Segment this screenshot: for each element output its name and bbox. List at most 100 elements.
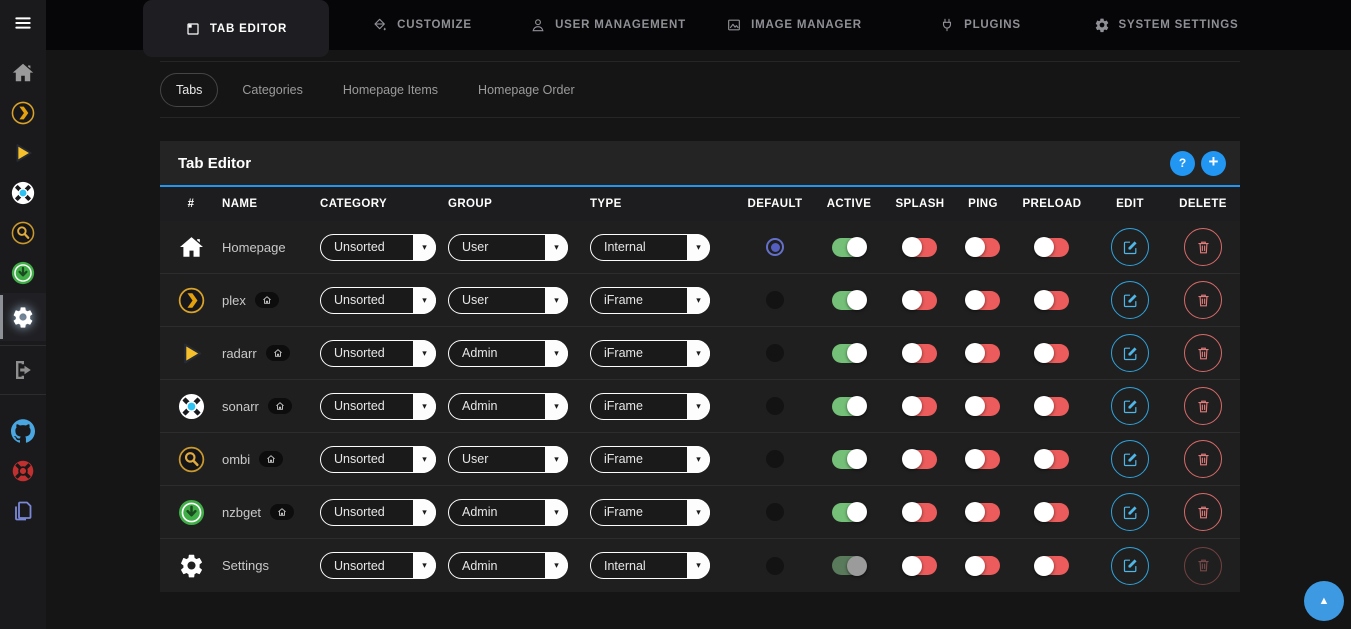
ping-toggle[interactable] — [966, 450, 1000, 469]
active-toggle[interactable] — [832, 397, 866, 416]
add-tab-button[interactable]: + — [1201, 151, 1226, 176]
type-select[interactable]: iFrame▾ — [590, 393, 710, 420]
splash-toggle[interactable] — [903, 397, 937, 416]
splash-toggle[interactable] — [903, 344, 937, 363]
type-select[interactable]: Internal▾ — [590, 234, 710, 261]
edit-button[interactable] — [1111, 228, 1149, 266]
category-select[interactable]: Unsorted▾ — [320, 340, 436, 367]
top-tab-plugins[interactable]: PLUGINS — [887, 0, 1073, 50]
sub-tab-homepage-order[interactable]: Homepage Order — [462, 73, 591, 107]
category-select[interactable]: Unsorted▾ — [320, 446, 436, 473]
category-select[interactable]: Unsorted▾ — [320, 552, 436, 579]
sidebar-item-ombi[interactable] — [0, 213, 46, 253]
type-select[interactable]: iFrame▾ — [590, 287, 710, 314]
hamburger-menu-button[interactable] — [0, 6, 46, 40]
type-select[interactable]: iFrame▾ — [590, 340, 710, 367]
active-toggle[interactable] — [832, 503, 866, 522]
group-select[interactable]: Admin▾ — [448, 393, 568, 420]
edit-button[interactable] — [1111, 387, 1149, 425]
sidebar-item-radarr[interactable] — [0, 133, 46, 173]
sidebar-item-github[interactable] — [0, 411, 46, 451]
delete-button[interactable] — [1184, 334, 1222, 372]
delete-button[interactable] — [1184, 387, 1222, 425]
active-toggle[interactable] — [832, 450, 866, 469]
group-select[interactable]: User▾ — [448, 287, 568, 314]
ping-toggle[interactable] — [966, 344, 1000, 363]
preload-toggle[interactable] — [1035, 450, 1069, 469]
ping-toggle[interactable] — [966, 556, 1000, 575]
top-tab-tab-editor[interactable]: TAB EDITOR — [143, 0, 329, 57]
splash-toggle[interactable] — [903, 238, 937, 257]
default-radio[interactable] — [766, 503, 784, 521]
type-select[interactable]: iFrame▾ — [590, 499, 710, 526]
active-toggle[interactable] — [832, 556, 866, 575]
sidebar-item-docs[interactable] — [0, 491, 46, 531]
sidebar-item-home[interactable] — [0, 53, 46, 93]
default-radio[interactable] — [766, 344, 784, 362]
top-tab-system-settings[interactable]: SYSTEM SETTINGS — [1073, 0, 1259, 50]
preload-toggle[interactable] — [1035, 291, 1069, 310]
ping-toggle[interactable] — [966, 291, 1000, 310]
edit-button[interactable] — [1111, 440, 1149, 478]
sidebar-item-plex[interactable] — [0, 93, 46, 133]
sub-tab-tabs[interactable]: Tabs — [160, 73, 218, 107]
delete-button[interactable] — [1184, 440, 1222, 478]
type-select[interactable]: Internal▾ — [590, 552, 710, 579]
top-tab-customize[interactable]: CUSTOMIZE — [329, 0, 515, 50]
table-row-radarr: radarrUnsorted▾Admin▾iFrame▾ — [160, 327, 1240, 380]
sidebar-item-logout[interactable] — [0, 350, 46, 390]
ping-toggle[interactable] — [966, 503, 1000, 522]
splash-toggle[interactable] — [903, 556, 937, 575]
delete-button[interactable] — [1184, 228, 1222, 266]
preload-toggle[interactable] — [1035, 397, 1069, 416]
top-tab-image-manager[interactable]: IMAGE MANAGER — [701, 0, 887, 50]
sub-tab-homepage-items[interactable]: Homepage Items — [327, 73, 454, 107]
delete-button[interactable] — [1184, 547, 1222, 585]
group-select[interactable]: User▾ — [448, 446, 568, 473]
active-toggle[interactable] — [832, 344, 866, 363]
group-select[interactable]: Admin▾ — [448, 499, 568, 526]
sidebar-item-settings[interactable] — [0, 293, 46, 341]
sidebar-item-sonarr[interactable] — [0, 173, 46, 213]
type-select[interactable]: iFrame▾ — [590, 446, 710, 473]
ping-toggle[interactable] — [966, 397, 1000, 416]
default-radio[interactable] — [766, 238, 784, 256]
edit-button[interactable] — [1111, 281, 1149, 319]
category-select[interactable]: Unsorted▾ — [320, 287, 436, 314]
chevron-down-icon: ▾ — [545, 499, 568, 526]
splash-toggle[interactable] — [903, 503, 937, 522]
sidebar-item-nzbget[interactable] — [0, 253, 46, 293]
top-tab-label: PLUGINS — [964, 19, 1021, 31]
default-radio[interactable] — [766, 397, 784, 415]
group-select[interactable]: User▾ — [448, 234, 568, 261]
top-tab-user-management[interactable]: USER MANAGEMENT — [515, 0, 701, 50]
edit-button[interactable] — [1111, 493, 1149, 531]
sub-tab-categories[interactable]: Categories — [226, 73, 318, 107]
radarr-icon — [178, 340, 205, 367]
category-select[interactable]: Unsorted▾ — [320, 234, 436, 261]
default-radio[interactable] — [766, 557, 784, 575]
splash-toggle[interactable] — [903, 450, 937, 469]
preload-toggle[interactable] — [1035, 344, 1069, 363]
default-radio[interactable] — [766, 450, 784, 468]
preload-toggle[interactable] — [1035, 503, 1069, 522]
top-tab-label: TAB EDITOR — [210, 23, 287, 35]
active-toggle[interactable] — [832, 291, 866, 310]
category-select[interactable]: Unsorted▾ — [320, 499, 436, 526]
edit-button[interactable] — [1111, 334, 1149, 372]
sidebar-item-support[interactable] — [0, 451, 46, 491]
preload-toggle[interactable] — [1035, 556, 1069, 575]
group-select[interactable]: Admin▾ — [448, 340, 568, 367]
preload-toggle[interactable] — [1035, 238, 1069, 257]
active-toggle[interactable] — [832, 238, 866, 257]
group-select[interactable]: Admin▾ — [448, 552, 568, 579]
category-select[interactable]: Unsorted▾ — [320, 393, 436, 420]
scroll-to-top-button[interactable]: ▲ — [1304, 581, 1344, 621]
help-button[interactable]: ? — [1170, 151, 1195, 176]
splash-toggle[interactable] — [903, 291, 937, 310]
ping-toggle[interactable] — [966, 238, 1000, 257]
edit-button[interactable] — [1111, 547, 1149, 585]
delete-button[interactable] — [1184, 281, 1222, 319]
delete-button[interactable] — [1184, 493, 1222, 531]
default-radio[interactable] — [766, 291, 784, 309]
